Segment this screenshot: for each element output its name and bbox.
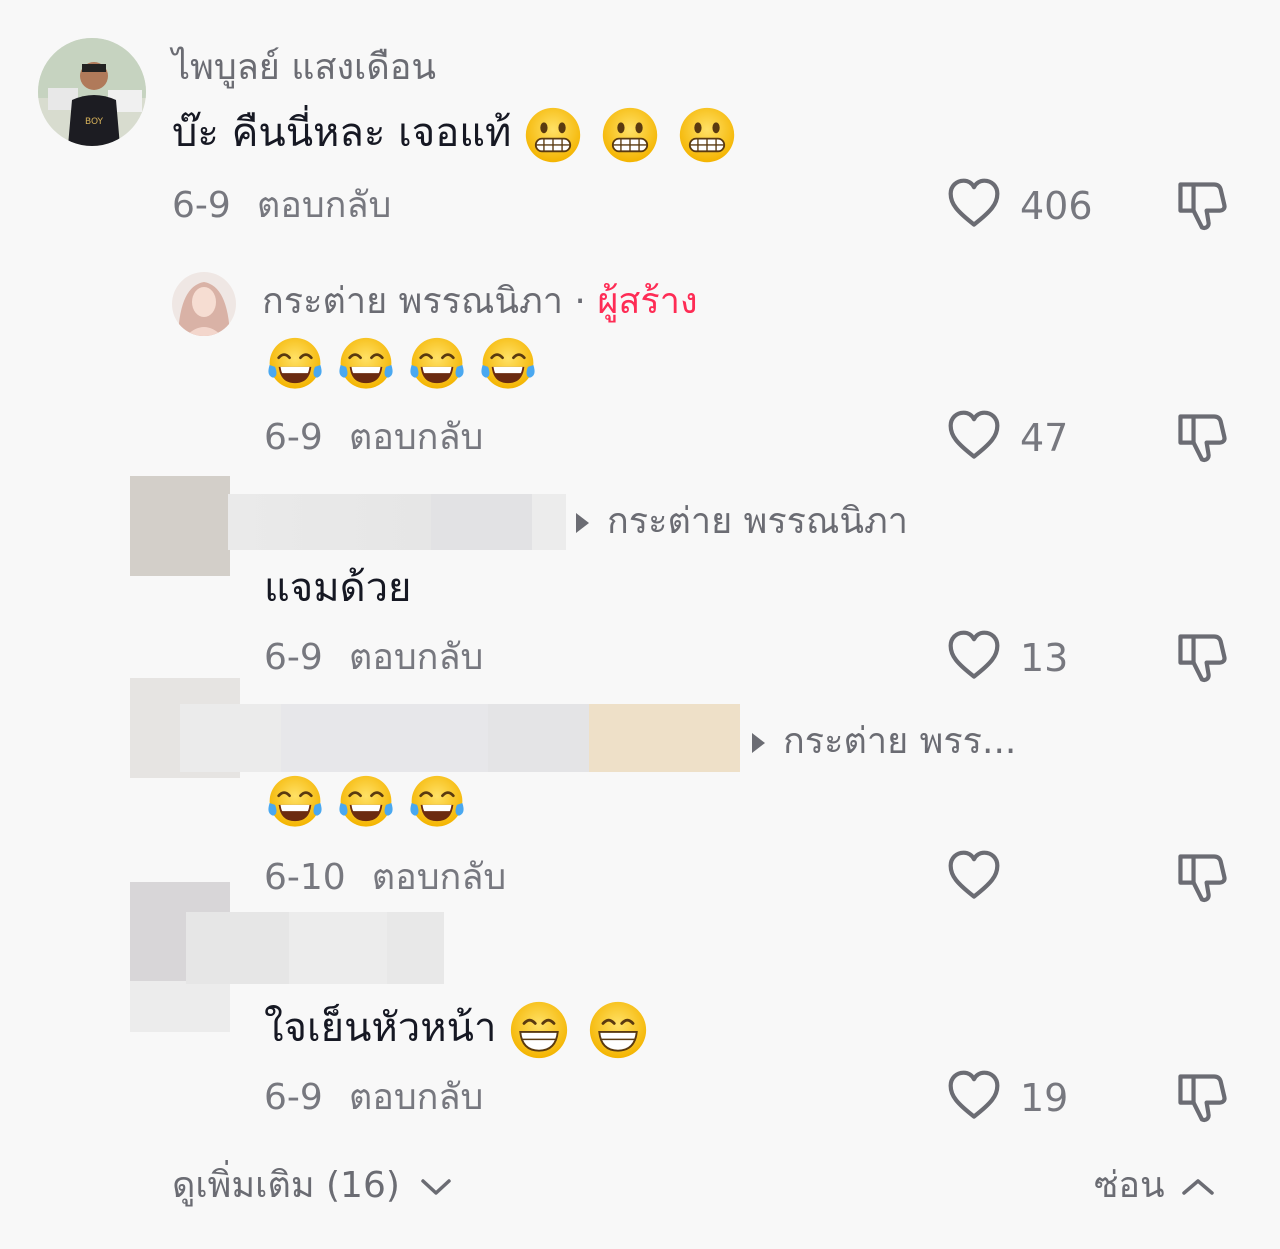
grimacing-face-emoji	[601, 106, 659, 164]
reply-to-line: กระต่าย พรร...	[752, 720, 1016, 764]
dislike-button[interactable]	[1172, 408, 1230, 466]
blurred-username	[180, 704, 740, 772]
reply-button[interactable]: ตอบกลับ	[349, 417, 484, 458]
face-with-tears-of-joy-emoji	[335, 336, 397, 394]
face-with-tears-of-joy-emoji	[264, 774, 326, 832]
reply-emoji-row	[264, 336, 539, 396]
reply-date: 6-9	[264, 417, 323, 458]
thumbs-down-outline-icon	[1173, 629, 1229, 685]
thumbs-down-outline-icon	[1173, 177, 1229, 233]
like-button[interactable]	[944, 848, 1004, 904]
like-count: 406	[1020, 184, 1093, 228]
beaming-face-emoji	[588, 1000, 648, 1060]
like-button[interactable]	[944, 1068, 1004, 1124]
reply-meta: 6-9 ตอบกลับ	[264, 636, 483, 680]
comment-meta: 6-9 ตอบกลับ	[172, 184, 391, 228]
view-more-button[interactable]: ดูเพิ่มเติม (16)	[172, 1164, 453, 1208]
dislike-button[interactable]	[1172, 176, 1230, 234]
chevron-up-icon	[1182, 1179, 1214, 1195]
reply-author-line: กระต่าย พรรณนิภา · ผู้สร้าง	[262, 280, 698, 324]
thumbs-down-outline-icon	[1173, 849, 1229, 905]
grimacing-face-emoji	[524, 106, 582, 164]
like-button[interactable]	[944, 176, 1004, 232]
blurred-username	[186, 912, 444, 984]
reply-date: 6-10	[264, 857, 346, 898]
reply-meta: 6-10 ตอบกลับ	[264, 856, 506, 900]
like-count: 19	[1020, 1076, 1069, 1120]
creator-badge: ผู้สร้าง	[597, 281, 698, 322]
grimacing-face-emoji	[678, 106, 736, 164]
comment-text: บ๊ะ คืนนี่หละ เจอแท้	[172, 106, 736, 164]
reply-to-author[interactable]: กระต่าย พรร...	[783, 721, 1016, 762]
reply-author[interactable]: กระต่าย พรรณนิภา	[262, 281, 563, 322]
reply-date: 6-9	[264, 637, 323, 678]
reply-to-author[interactable]: กระต่าย พรรณนิภา	[607, 501, 908, 542]
heart-outline-icon	[945, 848, 1003, 904]
heart-outline-icon	[945, 408, 1003, 464]
heart-outline-icon	[945, 176, 1003, 232]
dislike-button[interactable]	[1172, 628, 1230, 686]
heart-outline-icon	[945, 628, 1003, 684]
face-with-tears-of-joy-emoji	[406, 774, 468, 832]
hide-label: ซ่อน	[1094, 1165, 1165, 1206]
comment-date: 6-9	[172, 185, 231, 226]
reply-arrow-icon	[576, 513, 589, 533]
reply-text-line: ใจเย็นหัวหน้า	[264, 1000, 648, 1060]
face-with-tears-of-joy-emoji	[335, 774, 397, 832]
comment-author[interactable]: ไพบูลย์ แสงเดือน	[172, 46, 436, 90]
face-with-tears-of-joy-emoji	[264, 336, 326, 394]
reply-emoji-row	[264, 774, 468, 834]
dislike-button[interactable]	[1172, 1068, 1230, 1126]
blurred-avatar[interactable]	[130, 476, 230, 576]
svg-text:BOY: BOY	[85, 117, 104, 127]
like-button[interactable]	[944, 628, 1004, 684]
reply-date: 6-9	[264, 1077, 323, 1118]
like-count: 13	[1020, 636, 1069, 680]
dislike-button[interactable]	[1172, 848, 1230, 906]
hide-button[interactable]: ซ่อน	[1094, 1164, 1216, 1208]
beaming-face-emoji	[509, 1000, 569, 1060]
face-with-tears-of-joy-emoji	[477, 336, 539, 394]
view-more-label: ดูเพิ่มเติม (16)	[172, 1165, 400, 1206]
reply-button[interactable]: ตอบกลับ	[349, 1077, 484, 1118]
reply-meta: 6-9 ตอบกลับ	[264, 416, 483, 460]
reply-text: ใจเย็นหัวหน้า	[264, 1005, 497, 1051]
blurred-username	[228, 494, 566, 550]
thumbs-down-outline-icon	[1173, 409, 1229, 465]
badge-separator: ·	[574, 281, 586, 322]
avatar[interactable]: BOY	[38, 38, 146, 146]
reply-button[interactable]: ตอบกลับ	[349, 637, 484, 678]
reply-button[interactable]: ตอบกลับ	[372, 857, 507, 898]
heart-outline-icon	[945, 1068, 1003, 1124]
face-with-tears-of-joy-emoji	[406, 336, 468, 394]
reply-text: แจมด้วย	[264, 565, 412, 611]
reply-button[interactable]: ตอบกลับ	[257, 185, 392, 226]
comment-text-content: บ๊ะ คืนนี่หละ เจอแท้	[172, 110, 512, 156]
thumbs-down-outline-icon	[1173, 1069, 1229, 1125]
like-count: 47	[1020, 416, 1069, 460]
reply-meta: 6-9 ตอบกลับ	[264, 1076, 483, 1120]
chevron-down-icon	[421, 1179, 452, 1195]
reply-arrow-icon	[752, 733, 765, 753]
like-button[interactable]	[944, 408, 1004, 464]
avatar[interactable]	[172, 272, 236, 336]
reply-to-line: กระต่าย พรรณนิภา	[576, 500, 908, 544]
